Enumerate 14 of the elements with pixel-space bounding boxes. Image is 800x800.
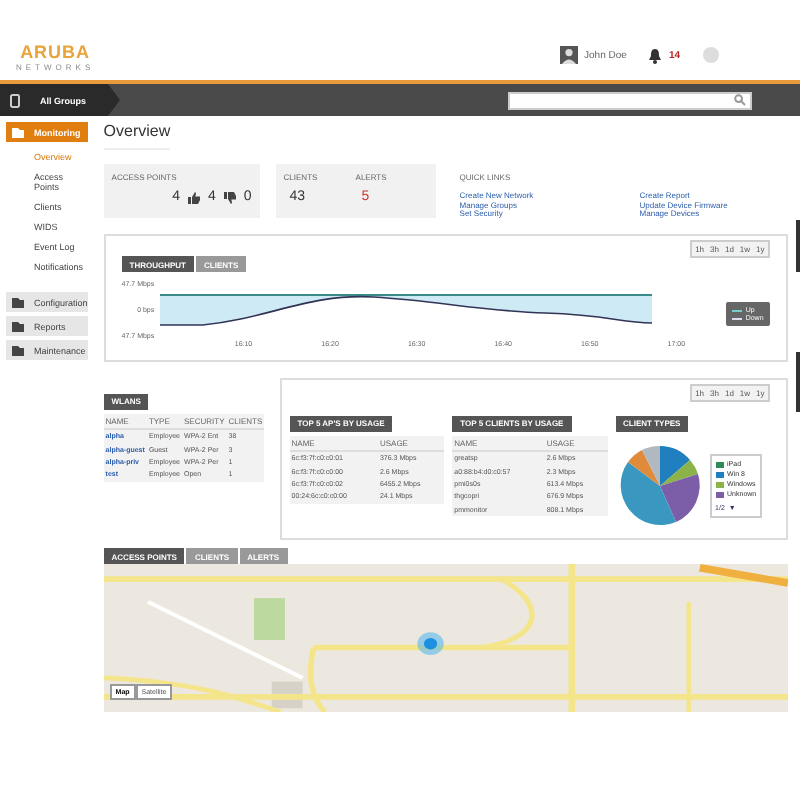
section-icon [12, 321, 24, 331]
thumbs-down-icon [223, 191, 236, 203]
search-field[interactable] [508, 91, 752, 109]
search-icon [734, 94, 746, 106]
section-icon [12, 127, 24, 137]
page-title: Overview [103, 122, 171, 150]
user-avatar-icon [560, 46, 579, 64]
logo-text: ARUBA [20, 44, 91, 62]
section-icon [12, 297, 24, 307]
pie-chart-drawing [615, 442, 704, 530]
thumbs-up-icon [187, 191, 200, 203]
bell-icon[interactable] [648, 47, 663, 63]
section-icon [12, 345, 24, 355]
device-icon [10, 93, 20, 107]
